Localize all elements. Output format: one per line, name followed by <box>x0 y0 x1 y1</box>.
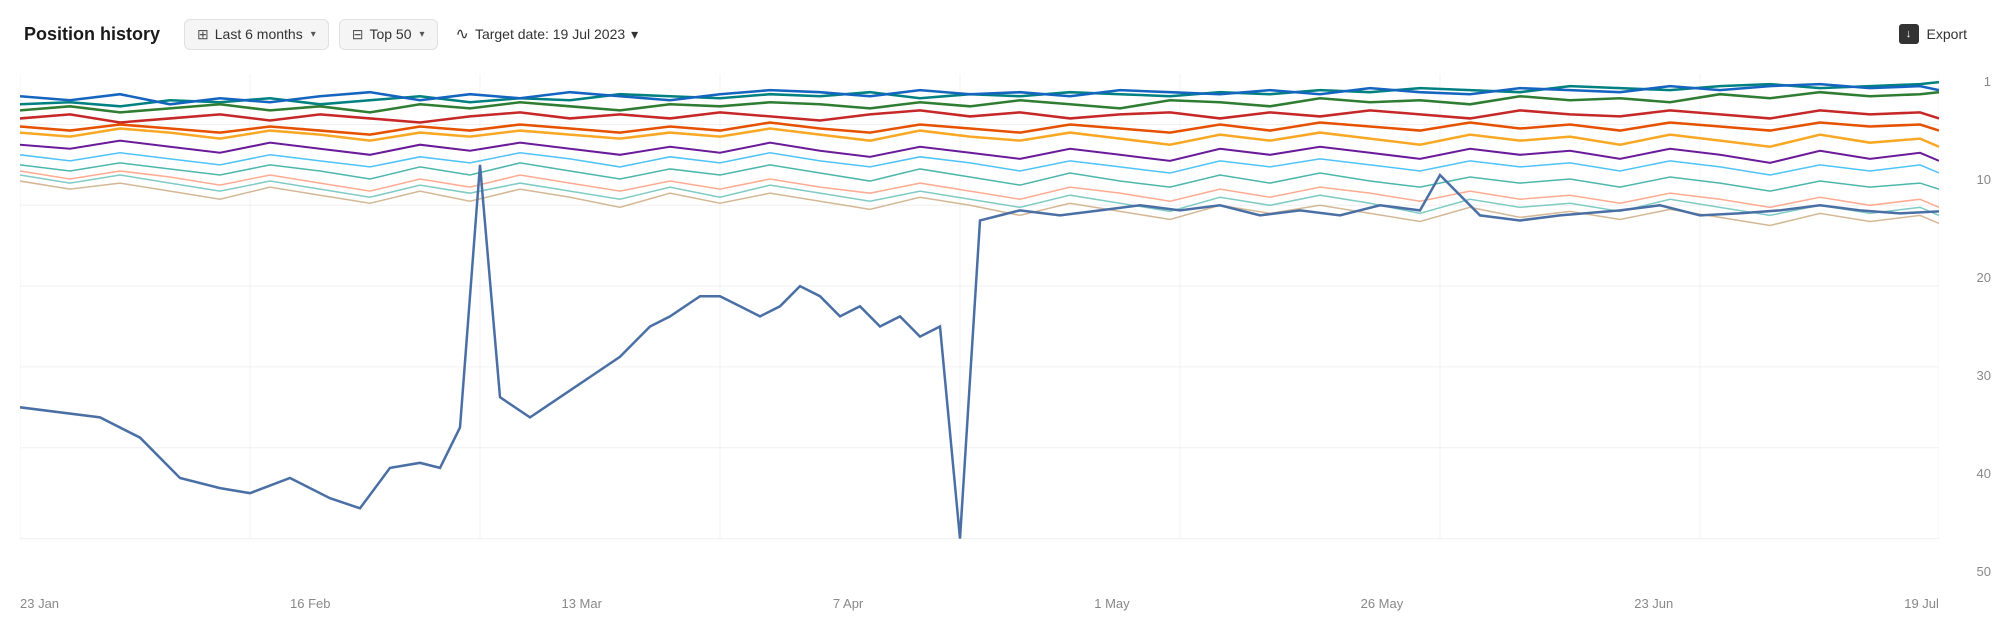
y-label-2: 10 <box>1977 172 1991 187</box>
last-6-months-filter[interactable]: ⊞ Last 6 months ▾ <box>184 19 329 50</box>
page-title: Position history <box>24 24 160 45</box>
filter1-chevron: ▾ <box>311 29 316 40</box>
export-label: Export <box>1927 26 1967 42</box>
top50-filter[interactable]: ⊟ Top 50 ▾ <box>339 19 438 50</box>
x-label-6: 26 May <box>1361 596 1404 611</box>
filter2-label: Top 50 <box>369 26 411 42</box>
trend-icon: ∿ <box>456 24 469 44</box>
export-icon: ↓ <box>1899 24 1919 44</box>
x-label-7: 23 Jun <box>1634 596 1673 611</box>
y-axis-labels: 1 10 20 30 40 50 <box>1977 74 1991 579</box>
x-label-8: 19 Jul <box>1904 596 1939 611</box>
target-chevron: ▾ <box>631 26 638 43</box>
filter1-label: Last 6 months <box>215 26 303 42</box>
x-label-3: 13 Mar <box>561 596 601 611</box>
y-label-6: 50 <box>1977 564 1991 579</box>
y-label-5: 40 <box>1977 466 1991 481</box>
x-label-2: 16 Feb <box>290 596 330 611</box>
y-label-3: 20 <box>1977 270 1991 285</box>
x-label-4: 7 Apr <box>833 596 863 611</box>
x-axis-labels: 23 Jan 16 Feb 13 Mar 7 Apr 1 May 26 May … <box>20 596 1939 611</box>
header: Position history ⊞ Last 6 months ▾ ⊟ Top… <box>0 0 1999 64</box>
x-label-1: 23 Jan <box>20 596 59 611</box>
y-label-1: 1 <box>1984 74 1991 89</box>
target-date-filter[interactable]: ∿ Target date: 19 Jul 2023 ▾ <box>448 18 647 50</box>
filter2-chevron: ▾ <box>420 29 425 40</box>
chart-svg <box>20 74 1939 579</box>
chart-area: 23 Jan 16 Feb 13 Mar 7 Apr 1 May 26 May … <box>0 64 1999 619</box>
x-label-5: 1 May <box>1094 596 1129 611</box>
y-label-4: 30 <box>1977 368 1991 383</box>
export-button[interactable]: ↓ Export <box>1891 18 1975 50</box>
target-label: Target date: 19 Jul 2023 <box>475 26 625 42</box>
calendar-icon: ⊞ <box>197 26 209 43</box>
main-container: Position history ⊞ Last 6 months ▾ ⊟ Top… <box>0 0 1999 599</box>
list-icon: ⊟ <box>352 26 364 43</box>
